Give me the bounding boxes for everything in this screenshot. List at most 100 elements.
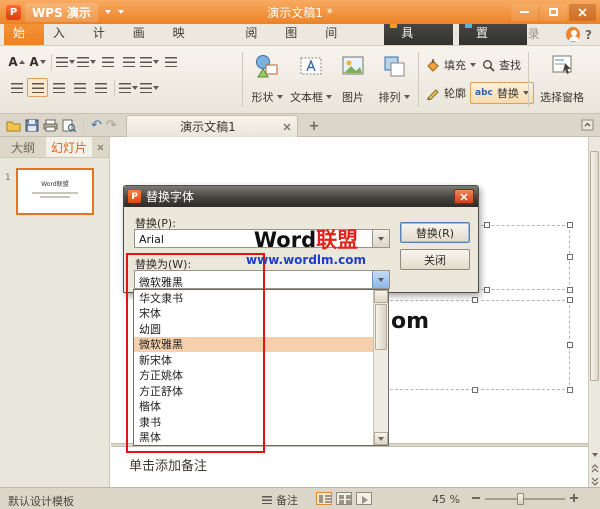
fill-button[interactable]: 填充: [422, 54, 480, 76]
decrease-font-size-button[interactable]: A: [27, 52, 48, 71]
caret-down-icon: [40, 60, 46, 64]
app-menu-caret-icon[interactable]: [105, 10, 111, 14]
resize-handle[interactable]: [567, 297, 573, 303]
new-tab-button[interactable]: +: [306, 118, 322, 134]
increase-font-size-button[interactable]: A: [6, 52, 27, 71]
resize-handle[interactable]: [567, 287, 573, 293]
align-top-icon: [119, 83, 131, 93]
restore-button[interactable]: [540, 4, 567, 21]
new-document-icon[interactable]: [6, 119, 21, 132]
find-button[interactable]: 查找: [478, 54, 525, 76]
next-slide-button[interactable]: [589, 475, 600, 487]
separator: [418, 52, 419, 107]
arrow-down-icon: [592, 453, 598, 457]
distribute-button[interactable]: [90, 78, 111, 97]
picture-button[interactable]: 图片: [335, 50, 371, 108]
line-spacing-button[interactable]: [139, 52, 160, 71]
normal-view-button[interactable]: [316, 492, 332, 505]
increase-indent-button[interactable]: [118, 52, 139, 71]
columns-icon: [140, 83, 152, 93]
list-scrollbar[interactable]: [373, 290, 388, 445]
distribute-icon: [95, 83, 107, 93]
list-scrollbar-thumb[interactable]: [375, 304, 387, 350]
dialog-title-bar[interactable]: P 替换字体: [124, 186, 478, 207]
zoom-slider[interactable]: [472, 492, 578, 506]
notes-toggle-label: 备注: [276, 492, 298, 508]
find-label: 查找: [499, 57, 521, 73]
align-center-button[interactable]: [27, 78, 48, 97]
selection-pane-button[interactable]: 选择窗格: [533, 50, 591, 108]
combobox-dropdown-button-open[interactable]: [372, 271, 389, 288]
replace-confirm-button[interactable]: 替换(R): [400, 222, 470, 243]
ribbon-tab-bar: 开始 插入 设计 动画 幻灯片放映 审阅 视图 办公空间 绘图工具 效果设置 未…: [0, 24, 600, 46]
scroll-up-button[interactable]: [589, 137, 600, 149]
window-title: 演示文稿1 *: [150, 4, 450, 21]
bullet-list-button[interactable]: [55, 52, 76, 71]
resize-handle[interactable]: [567, 222, 573, 228]
tab-slides-pane[interactable]: 幻灯片: [46, 137, 92, 157]
notes-placeholder[interactable]: 单击添加备注: [129, 455, 207, 474]
justify-button[interactable]: [69, 78, 90, 97]
scroll-down-button[interactable]: [589, 449, 600, 461]
user-account-icon[interactable]: [566, 27, 580, 42]
resize-handle[interactable]: [472, 297, 478, 303]
zoom-out-icon[interactable]: [472, 497, 480, 499]
list-scroll-up-button[interactable]: [374, 290, 388, 303]
arrange-button[interactable]: 排列: [373, 50, 415, 108]
zoom-track[interactable]: [485, 498, 565, 500]
zoom-value[interactable]: 45 %: [432, 493, 460, 506]
notes-toggle[interactable]: 备注: [262, 492, 298, 508]
shapes-button[interactable]: 形状: [247, 50, 287, 108]
align-top-button[interactable]: [118, 78, 139, 97]
resize-handle[interactable]: [567, 387, 573, 393]
print-preview-icon[interactable]: [62, 119, 76, 132]
close-pane-button[interactable]: [92, 137, 109, 157]
selection-pane-icon: [550, 53, 574, 77]
title-bar: P WPS 演示 演示文稿1 *: [0, 0, 600, 24]
minimize-icon: [520, 11, 529, 13]
close-tab-icon[interactable]: [283, 123, 291, 131]
align-right-button[interactable]: [48, 78, 69, 97]
minimize-button[interactable]: [511, 4, 538, 21]
columns-button[interactable]: [139, 78, 160, 97]
slideshow-view-button[interactable]: [356, 492, 372, 505]
close-button[interactable]: [569, 4, 596, 21]
outline-icon: [426, 86, 440, 100]
textbox-button[interactable]: 文本框: [289, 50, 333, 108]
vertical-scrollbar[interactable]: [588, 137, 600, 487]
resize-handle[interactable]: [567, 254, 573, 260]
print-icon[interactable]: [43, 119, 58, 132]
resize-handle[interactable]: [484, 222, 490, 228]
previous-slide-button[interactable]: [589, 462, 600, 474]
dialog-close-button[interactable]: [454, 189, 474, 204]
help-icon[interactable]: ?: [585, 28, 600, 45]
align-left-button[interactable]: [6, 78, 27, 97]
quick-access-caret-icon[interactable]: [118, 10, 124, 14]
replace-button[interactable]: abc 替换: [470, 82, 534, 104]
zoom-thumb[interactable]: [517, 493, 524, 505]
resize-handle[interactable]: [484, 287, 490, 293]
dialog-close-action-button[interactable]: 关闭: [400, 249, 470, 270]
slide-sorter-view-button[interactable]: [336, 492, 352, 505]
watermark: Word联盟 www.wordlm.com: [228, 229, 384, 267]
picture-label: 图片: [342, 89, 364, 105]
caret-down-icon: [153, 60, 159, 64]
resize-handle[interactable]: [567, 342, 573, 348]
list-scroll-down-button[interactable]: [374, 432, 388, 445]
status-bar: 默认设计模板 备注 45 %: [0, 487, 600, 509]
slide-thumbnail[interactable]: Word联盟: [16, 168, 94, 215]
undo-icon[interactable]: ↶: [91, 119, 102, 132]
shapes-icon: [254, 53, 280, 79]
scrollbar-thumb[interactable]: [590, 151, 599, 381]
tab-outline-pane[interactable]: 大纲: [0, 137, 46, 157]
resize-handle[interactable]: [472, 387, 478, 393]
numbered-list-button[interactable]: [76, 52, 97, 71]
save-icon[interactable]: [25, 119, 39, 132]
panel-toggle-icon[interactable]: [581, 119, 594, 131]
text-direction-button[interactable]: [160, 52, 181, 71]
replace-abc-icon: abc: [475, 89, 493, 98]
decrease-indent-button[interactable]: [97, 52, 118, 71]
design-template-label[interactable]: 默认设计模板: [8, 493, 74, 509]
redo-icon[interactable]: ↷: [106, 119, 117, 132]
document-tab[interactable]: 演示文稿1: [126, 115, 298, 137]
